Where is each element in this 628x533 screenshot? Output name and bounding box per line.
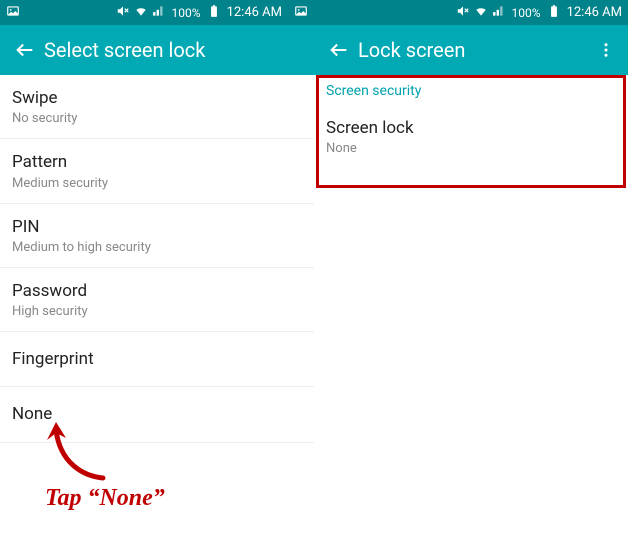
option-title: None [12, 400, 302, 429]
battery-icon [547, 4, 561, 21]
option-pin[interactable]: PIN Medium to high security [0, 204, 314, 268]
battery-icon [207, 4, 221, 21]
option-subtitle: High security [12, 304, 302, 319]
app-title[interactable]: Lock screen [358, 38, 590, 62]
app-title[interactable]: Select screen lock [44, 38, 308, 62]
clock-text: 12:46 AM [567, 5, 622, 20]
option-title: Swipe [12, 88, 302, 109]
phone-right: 100% 12:46 AM Lock screen Screen securit… [314, 0, 628, 525]
option-swipe[interactable]: Swipe No security [0, 75, 314, 139]
option-pattern[interactable]: Pattern Medium security [0, 139, 314, 203]
option-none[interactable]: None [0, 387, 314, 442]
back-button[interactable] [6, 31, 44, 69]
option-title: Pattern [12, 152, 302, 173]
lock-option-list: Swipe No security Pattern Medium securit… [0, 75, 314, 443]
status-bar: 100% 12:46 AM [314, 0, 628, 25]
section-header: Screen security [314, 75, 628, 105]
more-vert-icon [597, 41, 615, 59]
item-title: Screen lock [326, 118, 616, 139]
lock-screen-content: Screen security Screen lock None [314, 75, 628, 168]
signal-icon [492, 4, 506, 21]
back-arrow-icon [328, 39, 350, 61]
status-bar: 100% 12:46 AM [0, 0, 314, 25]
app-bar: Lock screen [314, 25, 628, 75]
clock-text: 12:46 AM [227, 5, 282, 20]
option-subtitle: Medium to high security [12, 240, 302, 255]
signal-icon [152, 4, 166, 21]
picture-icon [294, 4, 308, 21]
option-subtitle: No security [12, 111, 302, 126]
item-subtitle: None [326, 141, 616, 156]
option-title: Password [12, 281, 302, 302]
mute-icon [456, 4, 470, 21]
app-bar: Select screen lock [0, 25, 314, 75]
phone-left: 100% 12:46 AM Select screen lock Swipe N… [0, 0, 314, 525]
option-title: PIN [12, 217, 302, 238]
option-title: Fingerprint [12, 345, 302, 374]
picture-icon [6, 4, 20, 21]
overflow-menu-button[interactable] [590, 31, 622, 69]
option-password[interactable]: Password High security [0, 268, 314, 332]
back-arrow-icon [14, 39, 36, 61]
wifi-icon [474, 4, 488, 21]
screen-lock-item[interactable]: Screen lock None [314, 105, 628, 168]
battery-pct: 100% [512, 6, 541, 20]
mute-icon [116, 4, 130, 21]
option-subtitle: Medium security [12, 176, 302, 191]
option-fingerprint[interactable]: Fingerprint [0, 332, 314, 387]
wifi-icon [134, 4, 148, 21]
back-button[interactable] [320, 31, 358, 69]
battery-pct: 100% [172, 6, 201, 20]
